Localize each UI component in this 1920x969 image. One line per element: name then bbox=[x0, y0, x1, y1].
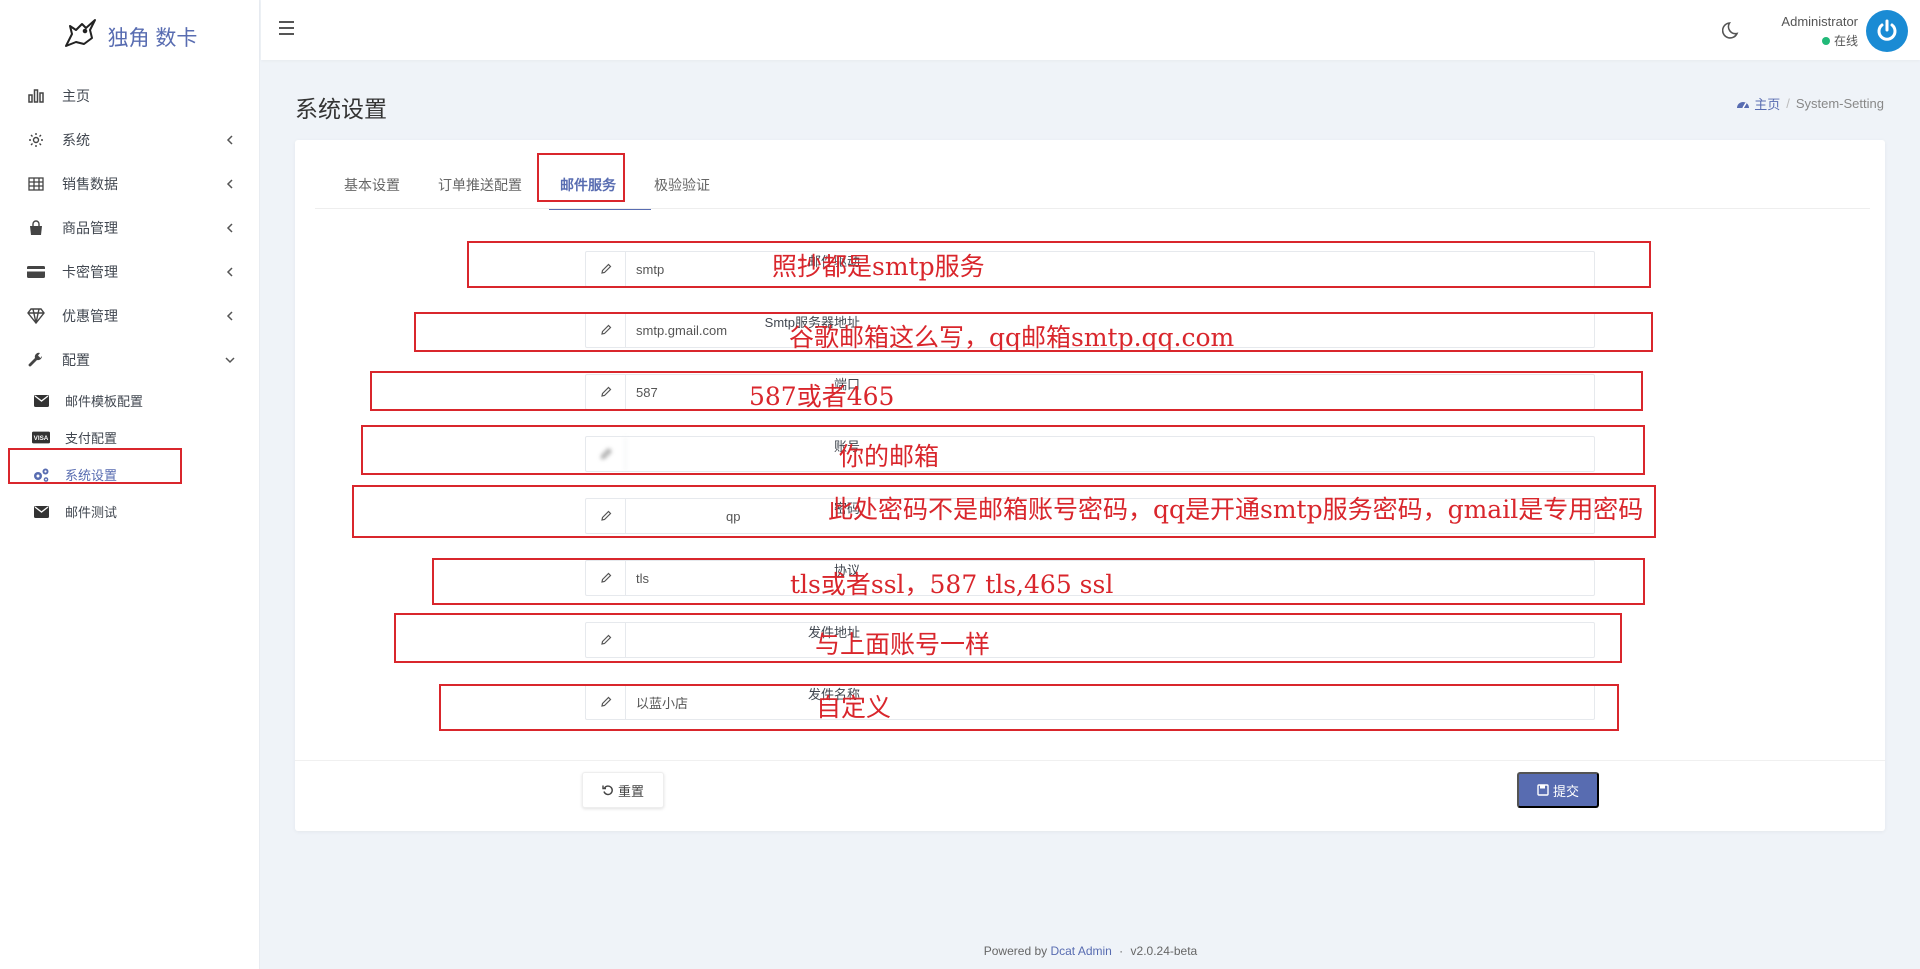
annotation-text: 此处密码不是邮箱账号密码，qq是开通smtp服务密码，gmail是专用密码 bbox=[828, 495, 1644, 524]
sidebar-item-coupons[interactable]: 优惠管理 bbox=[0, 294, 259, 338]
form-footer-divider bbox=[295, 760, 1885, 761]
annotation-text: 587或者465 bbox=[749, 382, 895, 411]
sidebar-item-label: 配置 bbox=[62, 352, 90, 368]
user-name: Administrator bbox=[1781, 14, 1858, 29]
annotation-box-row bbox=[361, 425, 1645, 475]
tab-basic[interactable]: 基本设置 bbox=[325, 170, 419, 200]
sidebar-item-label: 优惠管理 bbox=[62, 308, 118, 324]
topbar: Administrator 在线 bbox=[261, 0, 1920, 60]
power-icon bbox=[1877, 19, 1897, 41]
annotation-box-tab bbox=[537, 153, 625, 202]
footer-powered-by: Powered by Dcat Admin · v2.0.24-beta bbox=[261, 944, 1920, 958]
sidebar-subitem-label: 邮件测试 bbox=[65, 505, 118, 520]
gear-icon bbox=[26, 130, 46, 150]
submit-label: 提交 bbox=[1552, 783, 1579, 799]
annotation-text: 谷歌邮箱这么写，qq邮箱smtp.qq.com bbox=[789, 323, 1235, 352]
chevron-left-icon bbox=[223, 133, 237, 147]
sidebar-subitem-mail-test[interactable]: 邮件测试 bbox=[0, 493, 259, 530]
page-title: 系统设置 bbox=[295, 96, 387, 122]
annotation-box-row bbox=[370, 371, 1643, 411]
settings-tabs: 基本设置 订单推送配置 邮件服务 极验验证 bbox=[325, 170, 729, 210]
sidebar-subitem-label: 支付配置 bbox=[65, 431, 118, 446]
breadcrumb-separator: / bbox=[1786, 96, 1790, 111]
chevron-left-icon bbox=[223, 309, 237, 323]
chevron-left-icon bbox=[223, 177, 237, 191]
reset-button[interactable]: 重置 bbox=[582, 772, 664, 808]
annotation-text: 自定义 bbox=[816, 693, 892, 722]
sidebar-subitem-label: 邮件模板配置 bbox=[65, 394, 144, 409]
version-label: v2.0.24-beta bbox=[1130, 944, 1198, 958]
annotation-text: tls或者ssl，587 tls,465 ssl bbox=[790, 570, 1114, 599]
envelope-icon bbox=[32, 503, 50, 521]
svg-text:VISA: VISA bbox=[34, 435, 49, 442]
powered-separator: · bbox=[1119, 944, 1124, 958]
reset-label: 重置 bbox=[617, 783, 644, 799]
undo-icon bbox=[602, 785, 613, 796]
sidebar-item-label: 主页 bbox=[62, 88, 90, 104]
powered-prefix: Powered by bbox=[983, 944, 1048, 958]
table-icon bbox=[26, 174, 46, 194]
bar-chart-icon bbox=[26, 86, 46, 106]
sidebar-item-cards[interactable]: 卡密管理 bbox=[0, 250, 259, 294]
breadcrumb-home[interactable]: 主页 bbox=[1736, 94, 1780, 113]
brand[interactable]: 独角 数卡 bbox=[0, 0, 259, 74]
hamburger-icon[interactable] bbox=[279, 18, 299, 38]
sidebar-item-goods[interactable]: 商品管理 bbox=[0, 206, 259, 250]
dcat-admin-link[interactable]: Dcat Admin bbox=[1050, 944, 1111, 958]
annotation-box-row bbox=[467, 241, 1651, 288]
sidebar-item-label: 销售数据 bbox=[62, 176, 118, 192]
chevron-down-icon bbox=[223, 353, 237, 367]
unicorn-logo-icon bbox=[62, 16, 98, 58]
tabs-divider bbox=[315, 208, 1870, 209]
avatar[interactable] bbox=[1866, 10, 1908, 52]
visa-card-icon: VISA bbox=[32, 429, 50, 447]
shopping-bag-icon bbox=[26, 218, 46, 238]
user-status-label: 在线 bbox=[1833, 34, 1858, 48]
breadcrumb-current: System-Setting bbox=[1795, 96, 1884, 111]
online-dot-icon bbox=[1821, 36, 1830, 45]
submit-button[interactable]: 提交 bbox=[1517, 772, 1599, 808]
breadcrumb: 主页 / System-Setting bbox=[1736, 94, 1884, 113]
sidebar: 独角 数卡 主页 系统 销售数据 商品管理 卡密管理 优惠管理 配置 邮件模板配… bbox=[0, 0, 260, 969]
sidebar-item-system[interactable]: 系统 bbox=[0, 118, 259, 162]
credit-card-icon bbox=[26, 262, 46, 282]
save-icon bbox=[1537, 784, 1549, 796]
breadcrumb-home-label: 主页 bbox=[1754, 97, 1781, 112]
sidebar-item-home[interactable]: 主页 bbox=[0, 74, 259, 118]
annotation-text: 与上面账号一样 bbox=[815, 630, 991, 659]
annotation-box-row bbox=[394, 613, 1622, 663]
sidebar-item-sales[interactable]: 销售数据 bbox=[0, 162, 259, 206]
sidebar-item-label: 系统 bbox=[62, 132, 90, 148]
sidebar-item-config[interactable]: 配置 bbox=[0, 338, 259, 382]
chevron-left-icon bbox=[223, 265, 237, 279]
sidebar-subitem-mail-template[interactable]: 邮件模板配置 bbox=[0, 382, 259, 419]
sidebar-item-label: 商品管理 bbox=[62, 220, 118, 236]
annotation-box-row bbox=[439, 684, 1619, 731]
annotation-text: 你的邮箱 bbox=[839, 442, 940, 471]
wrench-icon bbox=[26, 350, 46, 370]
user-status: 在线 bbox=[1781, 32, 1858, 49]
annotation-text: 照抄都是smtp服务 bbox=[772, 252, 985, 281]
tab-geetest[interactable]: 极验验证 bbox=[635, 170, 729, 200]
tab-order-push[interactable]: 订单推送配置 bbox=[419, 170, 541, 200]
annotation-box-sidebar bbox=[8, 448, 182, 484]
moon-icon[interactable] bbox=[1722, 20, 1742, 40]
user-info[interactable]: Administrator 在线 bbox=[1781, 14, 1858, 49]
envelope-icon bbox=[32, 392, 50, 410]
diamond-icon bbox=[26, 306, 46, 326]
brand-name: 独角 数卡 bbox=[107, 27, 198, 50]
chevron-left-icon bbox=[223, 221, 237, 235]
sidebar-item-label: 卡密管理 bbox=[62, 264, 118, 280]
dashboard-icon bbox=[1737, 101, 1750, 108]
